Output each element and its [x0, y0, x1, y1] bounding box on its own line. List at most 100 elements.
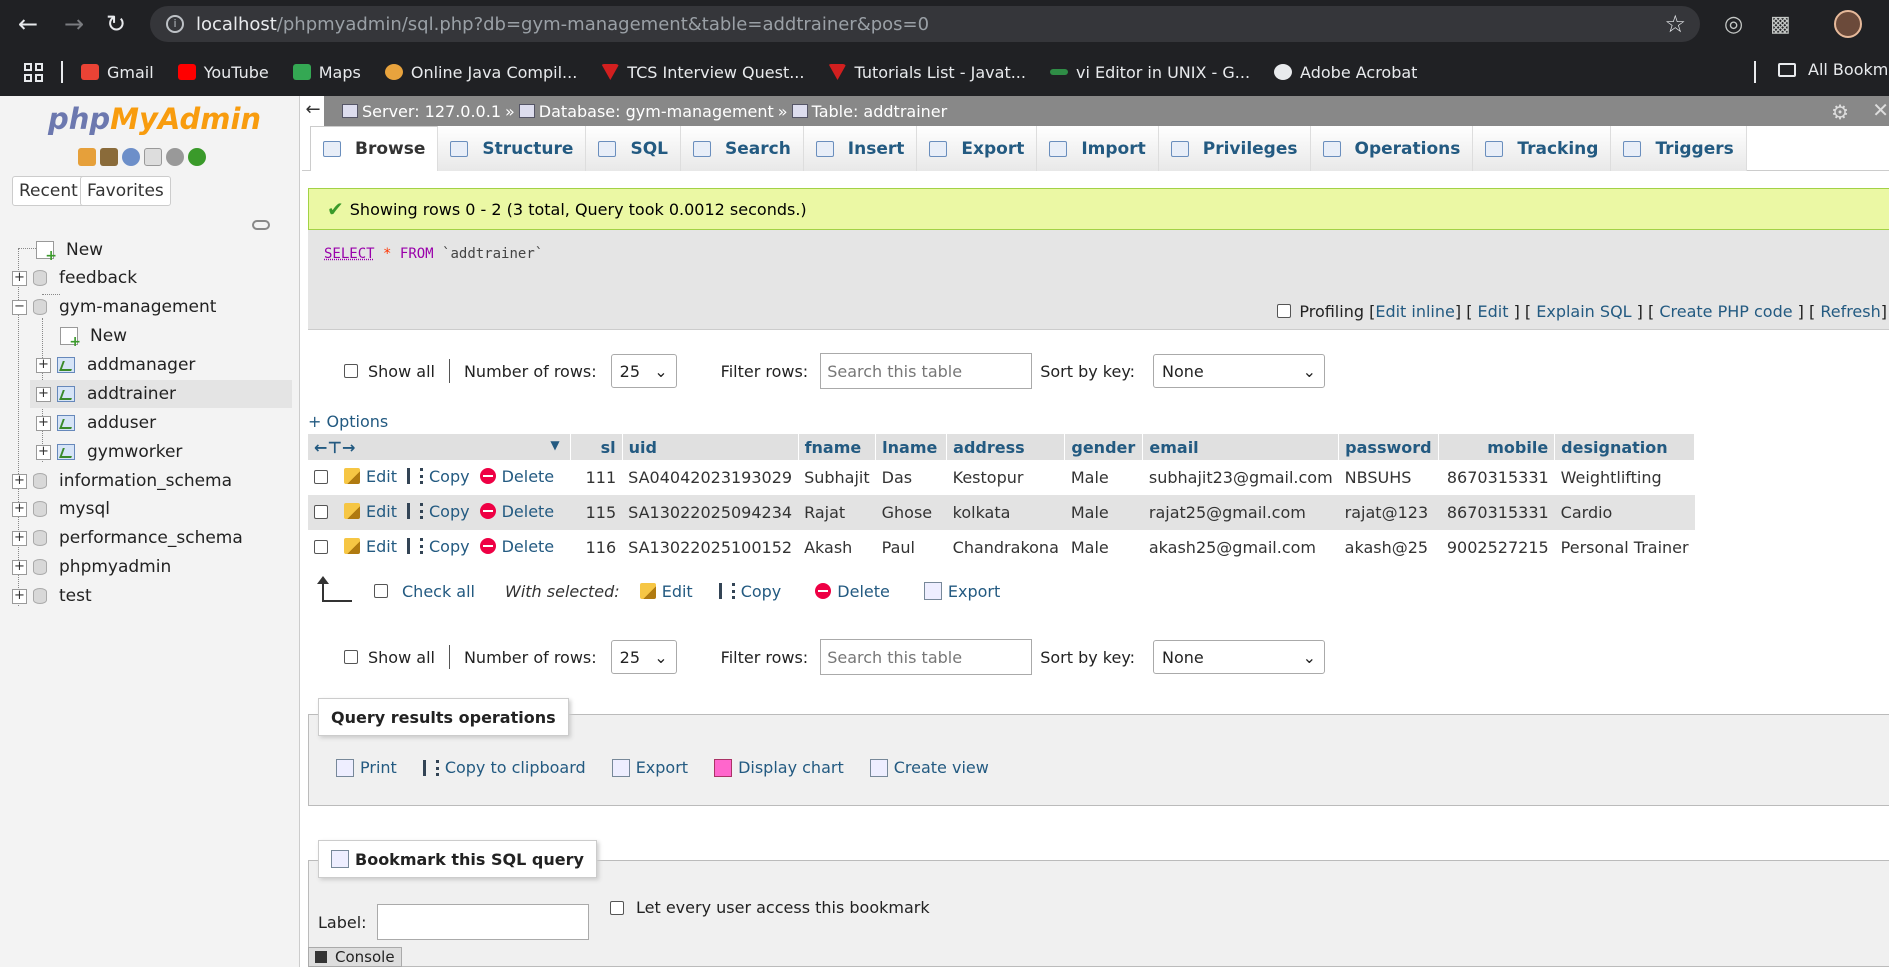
- tree-item-addmanager[interactable]: + addmanager: [36, 351, 195, 379]
- cell-uid[interactable]: SA04042023193029: [622, 460, 798, 495]
- breadcrumb-database[interactable]: Database: gym-management: [518, 102, 774, 121]
- recent-button[interactable]: Recent: [12, 176, 85, 206]
- close-icon[interactable]: ✕: [1872, 98, 1889, 122]
- tree-item-adduser[interactable]: + adduser: [36, 409, 156, 437]
- delete-button[interactable]: Delete: [479, 467, 554, 486]
- sort-by-select[interactable]: None ⌄: [1153, 640, 1326, 674]
- tab-search[interactable]: Search: [680, 126, 804, 171]
- tab-insert[interactable]: Insert: [803, 126, 918, 171]
- cell-uid[interactable]: SA13022025094234: [622, 495, 799, 530]
- collapse-nav-icon[interactable]: ←: [302, 96, 324, 126]
- bookmark-youtube[interactable]: YouTube: [177, 63, 269, 82]
- copy-button[interactable]: Copy: [406, 537, 470, 556]
- tree-item-test[interactable]: + test: [12, 582, 92, 610]
- bulk-edit-button[interactable]: Edit: [639, 582, 693, 601]
- back-icon[interactable]: ←: [12, 8, 44, 40]
- expand-icon[interactable]: +: [36, 444, 51, 460]
- tree-item-phpmyadmin[interactable]: + phpmyadmin: [12, 553, 171, 581]
- tree-item-mysql[interactable]: + mysql: [12, 495, 110, 523]
- column-resize-header[interactable]: ←⊤→ ▼: [308, 434, 571, 460]
- filter-rows-input[interactable]: Search this table: [820, 639, 1033, 675]
- bookmark-java-compiler[interactable]: Online Java Compil...: [384, 63, 577, 82]
- tab-tracking[interactable]: Tracking: [1473, 126, 1612, 171]
- tab-import[interactable]: Import: [1037, 126, 1159, 171]
- bulk-export-button[interactable]: Export: [923, 582, 1000, 601]
- tree-item-feedback[interactable]: + feedback: [12, 264, 137, 292]
- edit-button[interactable]: Edit: [344, 502, 397, 521]
- expand-icon[interactable]: +: [12, 588, 27, 604]
- column-header-address[interactable]: address: [946, 434, 1066, 460]
- cell-fname[interactable]: Subhajit: [798, 460, 876, 495]
- column-header-gender[interactable]: gender: [1064, 434, 1144, 460]
- row-checkbox[interactable]: [314, 540, 328, 555]
- bookmark-gmail[interactable]: Gmail: [81, 63, 154, 82]
- cell-mobile[interactable]: 9002527215: [1439, 530, 1555, 565]
- bookmark-label-input[interactable]: [376, 904, 589, 940]
- cell-address[interactable]: kolkata: [946, 495, 1065, 530]
- row-checkbox[interactable]: [314, 505, 328, 520]
- sql-keyword-select[interactable]: SELECT: [324, 246, 375, 262]
- tab-browse[interactable]: Browse: [310, 126, 439, 171]
- avatar[interactable]: [1834, 10, 1862, 38]
- edit-link[interactable]: Edit: [1478, 302, 1509, 321]
- tree-item-addtrainer[interactable]: + addtrainer: [30, 380, 292, 408]
- cell-designation[interactable]: Cardio: [1554, 495, 1695, 530]
- cell-mobile[interactable]: 8670315331: [1438, 495, 1555, 530]
- all-bookmarks[interactable]: All Bookmar: [1778, 60, 1889, 79]
- num-rows-select[interactable]: 25 ⌄: [610, 354, 677, 388]
- puzzle-icon[interactable]: ▩: [1770, 12, 1791, 37]
- copy-button[interactable]: Copy: [406, 502, 470, 521]
- column-header-mobile[interactable]: mobile: [1438, 434, 1556, 460]
- bookmark-acrobat[interactable]: Adobe Acrobat: [1274, 63, 1417, 82]
- cell-mobile[interactable]: 8670315331: [1439, 460, 1555, 495]
- cell-email[interactable]: subhajit23@gmail.com: [1143, 460, 1339, 495]
- cell-designation[interactable]: Personal Trainer: [1555, 530, 1695, 565]
- bookmark-tutorials[interactable]: Tutorials List - Javat...: [828, 63, 1026, 82]
- check-all-checkbox[interactable]: [374, 584, 388, 598]
- column-header-sl[interactable]: sl: [570, 434, 623, 460]
- link-icon[interactable]: [252, 220, 270, 230]
- breadcrumb-server[interactable]: Server: 127.0.0.1: [342, 102, 501, 121]
- bookmark-star-icon[interactable]: ☆: [1664, 10, 1686, 38]
- tab-privileges[interactable]: Privileges: [1158, 126, 1311, 171]
- expand-icon[interactable]: +: [12, 501, 27, 517]
- apps-icon[interactable]: [24, 62, 43, 82]
- copy-to-clipboard-link[interactable]: Copy to clipboard: [422, 758, 586, 777]
- reload-nav-icon[interactable]: [188, 148, 206, 166]
- expand-icon[interactable]: +: [12, 559, 27, 575]
- expand-icon[interactable]: +: [36, 357, 51, 373]
- cell-password[interactable]: NBSUHS: [1339, 460, 1439, 495]
- row-checkbox[interactable]: [314, 470, 328, 485]
- cell-lname[interactable]: Paul: [876, 530, 947, 565]
- delete-button[interactable]: Delete: [479, 502, 554, 521]
- print-link[interactable]: Print: [336, 758, 397, 777]
- explain-sql-link[interactable]: Explain SQL: [1536, 302, 1631, 321]
- cell-email[interactable]: rajat25@gmail.com: [1142, 495, 1339, 530]
- column-header-password[interactable]: password: [1338, 434, 1440, 460]
- edit-button[interactable]: Edit: [344, 537, 397, 556]
- column-header-uid[interactable]: uid: [622, 434, 799, 460]
- delete-button[interactable]: Delete: [479, 537, 554, 556]
- cell-gender[interactable]: Male: [1065, 460, 1143, 495]
- tree-item-gym-management[interactable]: − gym-management: [12, 293, 216, 321]
- console-tab[interactable]: Console: [308, 947, 402, 967]
- reload-icon[interactable]: ↻: [100, 8, 132, 40]
- cell-email[interactable]: akash25@gmail.com: [1143, 530, 1339, 565]
- expand-icon[interactable]: +: [36, 415, 51, 431]
- logout-icon[interactable]: [100, 148, 118, 166]
- cell-fname[interactable]: Rajat: [798, 495, 876, 530]
- column-header-email[interactable]: email: [1142, 434, 1340, 460]
- extension-icon[interactable]: ◎: [1724, 12, 1743, 37]
- filter-rows-input[interactable]: Search this table: [820, 353, 1033, 389]
- cell-password[interactable]: rajat@123: [1338, 495, 1439, 530]
- tree-item-gymworker[interactable]: + gymworker: [36, 438, 182, 466]
- share-bookmark-checkbox[interactable]: [610, 900, 624, 915]
- expand-icon[interactable]: +: [36, 386, 51, 402]
- address-bar[interactable]: i localhost/phpmyadmin/sql.php?db=gym-ma…: [150, 6, 1700, 42]
- cell-uid[interactable]: SA13022025100152: [622, 530, 798, 565]
- num-rows-select[interactable]: 25 ⌄: [610, 640, 677, 674]
- phpmyadmin-logo[interactable]: phpMyAdmin: [48, 102, 261, 136]
- edit-button[interactable]: Edit: [344, 467, 397, 486]
- tab-export[interactable]: Export: [917, 126, 1038, 171]
- check-all-label[interactable]: Check all: [402, 582, 475, 601]
